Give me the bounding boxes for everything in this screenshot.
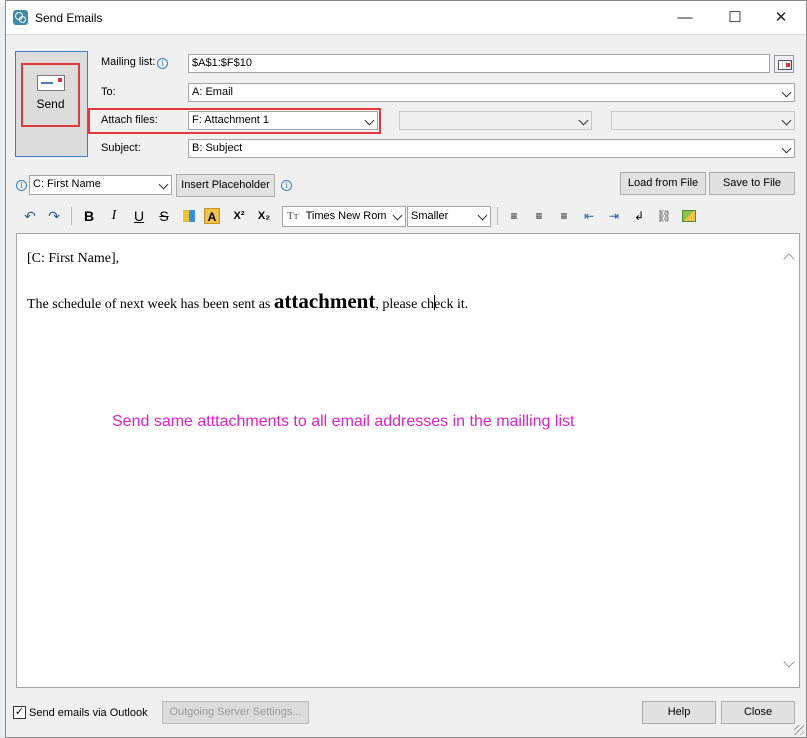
insert-placeholder-button[interactable]: Insert Placeholder — [176, 174, 275, 197]
font-color-button[interactable]: A — [204, 208, 220, 224]
maximize-button[interactable]: ☐ — [712, 1, 758, 35]
send-button[interactable]: Send — [21, 63, 80, 127]
mailing-list-info-icon[interactable]: i — [157, 58, 168, 69]
attach-files-select[interactable]: F: Attachment 1 — [188, 111, 378, 130]
editor-scrollbar[interactable] — [781, 235, 798, 686]
scroll-down-icon[interactable] — [783, 656, 795, 668]
chevron-down-icon — [781, 143, 792, 154]
insert-image-icon[interactable] — [679, 206, 699, 226]
strikethrough-button[interactable]: S — [154, 206, 174, 226]
underline-button[interactable]: U — [129, 206, 149, 226]
annotation-text: Send same atttachments to all email addr… — [112, 413, 575, 430]
attach-files-label: Attach files: — [101, 114, 158, 126]
to-label: To: — [101, 86, 116, 98]
app-icon — [13, 10, 28, 25]
superscript-button[interactable]: X² — [229, 206, 249, 226]
chevron-down-icon — [364, 115, 375, 126]
chevron-down-icon — [578, 115, 589, 126]
select-range-icon[interactable] — [774, 55, 794, 73]
font-size-select[interactable]: Smaller — [407, 206, 491, 227]
chevron-down-icon — [392, 210, 403, 221]
hyperlink-icon[interactable]: ⛓ — [654, 206, 674, 226]
body-line-2-text: The schedule of next week has been sent … — [27, 297, 274, 312]
subject-value: B: Subject — [192, 142, 243, 154]
body-line-2-tail-b: eck it. — [434, 297, 469, 312]
font-icon: Tт — [287, 210, 299, 222]
subscript-button[interactable]: X₂ — [254, 206, 274, 226]
chevron-down-icon — [781, 115, 792, 126]
body-line-2-tail-a: , please ch — [375, 297, 435, 312]
attach-files-value: F: Attachment 1 — [192, 114, 270, 126]
font-name-value: Times New Rom — [305, 210, 387, 222]
placeholder-value: C: First Name — [33, 178, 101, 190]
body-line-2: The schedule of next week has been sent … — [27, 289, 468, 314]
placeholder-info-icon[interactable]: i — [16, 180, 27, 191]
paragraph-icon[interactable]: ↲ — [629, 206, 649, 226]
subject-label: Subject: — [101, 142, 141, 154]
attach-files-select-3[interactable] — [611, 111, 795, 130]
send-via-outlook-label: Send emails via Outlook — [29, 707, 148, 719]
mailing-list-field[interactable]: $A$1:$F$10 — [188, 54, 770, 73]
send-emails-dialog: Send Emails — ☐ ✕ Send Mailing list: i $… — [5, 0, 807, 738]
chevron-down-icon — [158, 179, 169, 190]
save-to-file-button[interactable]: Save to File — [709, 172, 795, 195]
window-title: Send Emails — [35, 11, 103, 25]
title-bar: Send Emails — ☐ ✕ — [6, 1, 806, 35]
undo-icon[interactable]: ↶ — [20, 206, 40, 226]
toolbar-separator — [497, 207, 498, 225]
highlight-color-icon[interactable] — [179, 206, 199, 226]
load-from-file-button[interactable]: Load from File — [620, 172, 706, 195]
body-line-2-emphasis: attachment — [273, 289, 376, 313]
insert-placeholder-info-icon[interactable]: i — [281, 180, 292, 191]
send-label: Send — [36, 97, 65, 111]
scroll-up-icon[interactable] — [783, 253, 795, 265]
to-select-value: A: Email — [192, 86, 233, 98]
chevron-down-icon — [477, 210, 488, 221]
attach-files-select-2[interactable] — [399, 111, 592, 130]
body-line-1: [C: First Name], — [27, 251, 120, 266]
font-size-value: Smaller — [411, 210, 449, 222]
outdent-icon[interactable]: ⇤ — [579, 206, 599, 226]
align-center-icon[interactable]: ≡ — [529, 206, 549, 226]
redo-icon[interactable]: ↷ — [44, 206, 64, 226]
bold-button[interactable]: B — [79, 206, 99, 226]
send-panel: Send — [15, 51, 88, 157]
align-left-icon[interactable]: ≡ — [504, 206, 524, 226]
close-button[interactable]: Close — [721, 701, 795, 724]
help-button[interactable]: Help — [642, 701, 716, 724]
to-select[interactable]: A: Email — [188, 83, 795, 102]
font-name-select[interactable]: Tт Times New Rom — [282, 206, 406, 227]
chevron-down-icon — [781, 87, 792, 98]
email-body-editor[interactable]: [C: First Name], The schedule of next we… — [16, 233, 800, 688]
indent-icon[interactable]: ⇥ — [604, 206, 624, 226]
send-via-outlook-checkbox[interactable]: ✓ — [13, 706, 26, 719]
envelope-icon — [37, 75, 65, 91]
minimize-button[interactable]: — — [662, 1, 708, 35]
placeholder-select[interactable]: C: First Name — [29, 175, 172, 195]
subject-select[interactable]: B: Subject — [188, 139, 795, 158]
outgoing-server-settings-button[interactable]: Outgoing Server Settings... — [162, 701, 309, 724]
formatting-toolbar: ↶ ↷ B I U S A X² X₂ Tт Times New Rom Sma… — [16, 204, 800, 230]
align-right-icon[interactable]: ≡ — [554, 206, 574, 226]
close-window-button[interactable]: ✕ — [758, 1, 804, 35]
toolbar-separator — [71, 207, 72, 225]
mailing-list-label: Mailing list: — [101, 56, 156, 68]
italic-button[interactable]: I — [104, 206, 124, 226]
resize-grip-icon[interactable] — [794, 725, 804, 735]
